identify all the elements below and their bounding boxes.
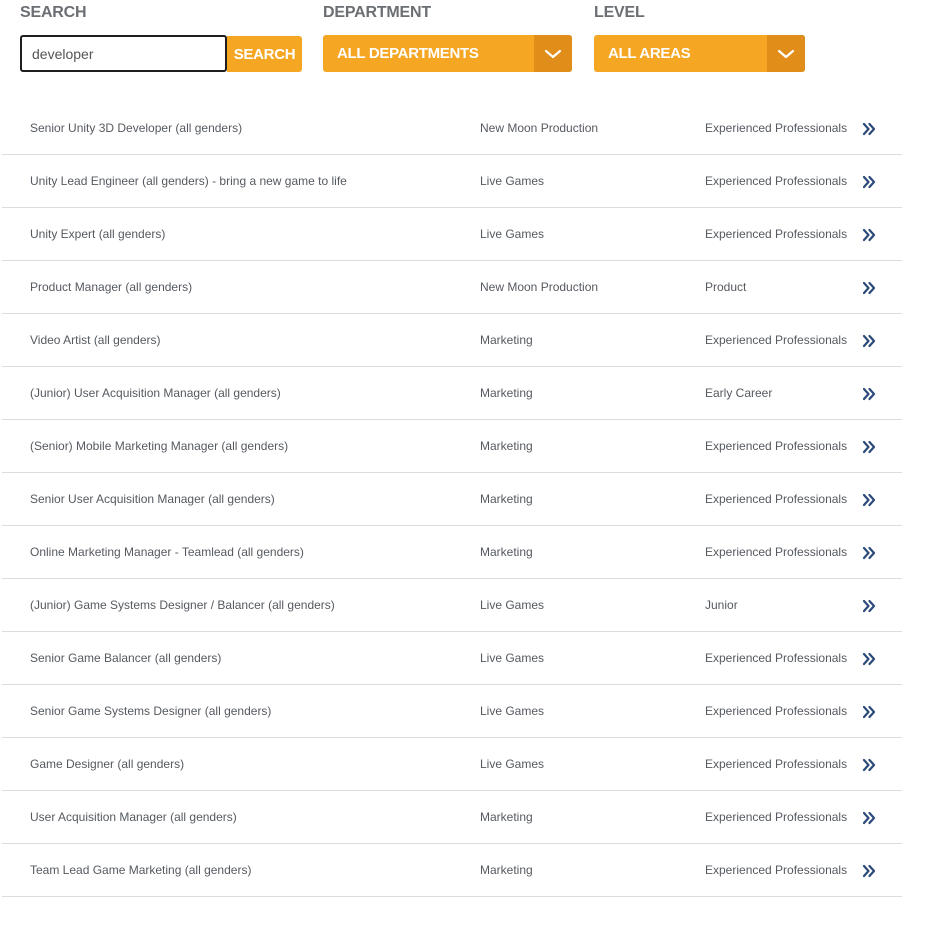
job-department: Live Games [480, 704, 545, 718]
job-title: (Junior) Game Systems Designer / Balance… [30, 598, 335, 612]
job-department: Live Games [480, 651, 545, 665]
job-row[interactable]: Senior Game Systems Designer (all gender… [2, 685, 902, 738]
job-department: Marketing [480, 810, 533, 824]
double-chevron-right-icon[interactable] [862, 280, 876, 296]
job-department: Live Games [480, 757, 545, 771]
job-level: Experienced Professionals [705, 439, 848, 453]
double-chevron-right-icon[interactable] [862, 386, 876, 402]
double-chevron-right-icon[interactable] [862, 227, 876, 243]
job-department: Marketing [480, 333, 533, 347]
job-level: Product [705, 280, 747, 294]
job-row[interactable]: (Junior) Game Systems Designer / Balance… [2, 579, 902, 632]
job-department: Live Games [480, 174, 545, 188]
job-row[interactable]: (Junior) User Acquisition Manager (all g… [2, 367, 902, 420]
job-level: Experienced Professionals [705, 333, 848, 347]
double-chevron-right-icon[interactable] [862, 704, 876, 720]
double-chevron-right-icon[interactable] [862, 174, 876, 190]
job-department: New Moon Production [480, 280, 599, 294]
job-row[interactable]: Online Marketing Manager - Teamlead (all… [2, 526, 902, 579]
job-title: Unity Lead Engineer (all genders) - brin… [30, 174, 347, 188]
job-level: Experienced Professionals [705, 545, 848, 559]
double-chevron-right-icon[interactable] [862, 651, 876, 667]
job-department: New Moon Production [480, 121, 599, 135]
job-row[interactable]: Unity Expert (all genders) Live Games Ex… [2, 208, 902, 261]
job-title: Senior Game Balancer (all genders) [30, 651, 222, 665]
department-label: DEPARTMENT [323, 4, 431, 21]
job-title: Team Lead Game Marketing (all genders) [30, 863, 252, 877]
job-title: Video Artist (all genders) [30, 333, 161, 347]
department-select-value: ALL DEPARTMENTS [337, 45, 479, 62]
level-select-value: ALL AREAS [608, 45, 691, 62]
double-chevron-right-icon[interactable] [862, 439, 876, 455]
job-list: Senior Unity 3D Developer (all genders) … [2, 102, 902, 897]
job-level: Experienced Professionals [705, 121, 848, 135]
double-chevron-right-icon[interactable] [862, 598, 876, 614]
job-row[interactable]: Video Artist (all genders) Marketing Exp… [2, 314, 902, 367]
job-title: Senior User Acquisition Manager (all gen… [30, 492, 275, 506]
job-department: Live Games [480, 227, 545, 241]
job-department: Marketing [480, 545, 533, 559]
job-department: Marketing [480, 863, 533, 877]
job-level: Experienced Professionals [705, 704, 848, 718]
double-chevron-right-icon[interactable] [862, 757, 876, 773]
job-level: Experienced Professionals [705, 810, 848, 824]
job-level: Experienced Professionals [705, 227, 848, 241]
job-row[interactable]: Senior User Acquisition Manager (all gen… [2, 473, 902, 526]
job-row[interactable]: User Acquisition Manager (all genders) M… [2, 791, 902, 844]
job-level: Early Career [705, 386, 773, 400]
job-level: Experienced Professionals [705, 174, 848, 188]
job-row[interactable]: Senior Game Balancer (all genders) Live … [2, 632, 902, 685]
job-title: Senior Game Systems Designer (all gender… [30, 704, 272, 718]
job-row[interactable]: Product Manager (all genders) New Moon P… [2, 261, 902, 314]
job-title: Unity Expert (all genders) [30, 227, 166, 241]
job-title: Online Marketing Manager - Teamlead (all… [30, 545, 304, 559]
job-title: Product Manager (all genders) [30, 280, 193, 294]
job-level: Experienced Professionals [705, 492, 848, 506]
job-title: (Junior) User Acquisition Manager (all g… [30, 386, 281, 400]
job-department: Marketing [480, 439, 533, 453]
search-button[interactable]: SEARCH [227, 36, 302, 72]
double-chevron-right-icon[interactable] [862, 492, 876, 508]
job-level: Experienced Professionals [705, 863, 848, 877]
double-chevron-right-icon[interactable] [862, 863, 876, 879]
job-department: Live Games [480, 598, 545, 612]
job-row[interactable]: Game Designer (all genders) Live Games E… [2, 738, 902, 791]
job-department: Marketing [480, 386, 533, 400]
job-level: Experienced Professionals [705, 757, 848, 771]
level-select[interactable]: ALL AREAS [594, 35, 805, 72]
search-label: SEARCH [20, 4, 87, 21]
chevron-down-icon [534, 35, 572, 72]
job-row[interactable]: Unity Lead Engineer (all genders) - brin… [2, 155, 902, 208]
double-chevron-right-icon[interactable] [862, 545, 876, 561]
job-title: Game Designer (all genders) [30, 757, 185, 771]
job-title: (Senior) Mobile Marketing Manager (all g… [30, 439, 289, 453]
level-label: LEVEL [594, 4, 645, 21]
job-level: Experienced Professionals [705, 651, 848, 665]
search-input[interactable] [20, 35, 227, 72]
job-level: Junior [705, 598, 738, 612]
double-chevron-right-icon[interactable] [862, 333, 876, 349]
job-row[interactable]: Team Lead Game Marketing (all genders) M… [2, 844, 902, 897]
double-chevron-right-icon[interactable] [862, 810, 876, 826]
double-chevron-right-icon[interactable] [862, 121, 876, 137]
job-row[interactable]: Senior Unity 3D Developer (all genders) … [2, 102, 902, 155]
chevron-down-icon [767, 35, 805, 72]
department-select[interactable]: ALL DEPARTMENTS [323, 35, 572, 72]
job-department: Marketing [480, 492, 533, 506]
job-title: User Acquisition Manager (all genders) [30, 810, 237, 824]
job-row[interactable]: (Senior) Mobile Marketing Manager (all g… [2, 420, 902, 473]
job-title: Senior Unity 3D Developer (all genders) [30, 121, 243, 135]
